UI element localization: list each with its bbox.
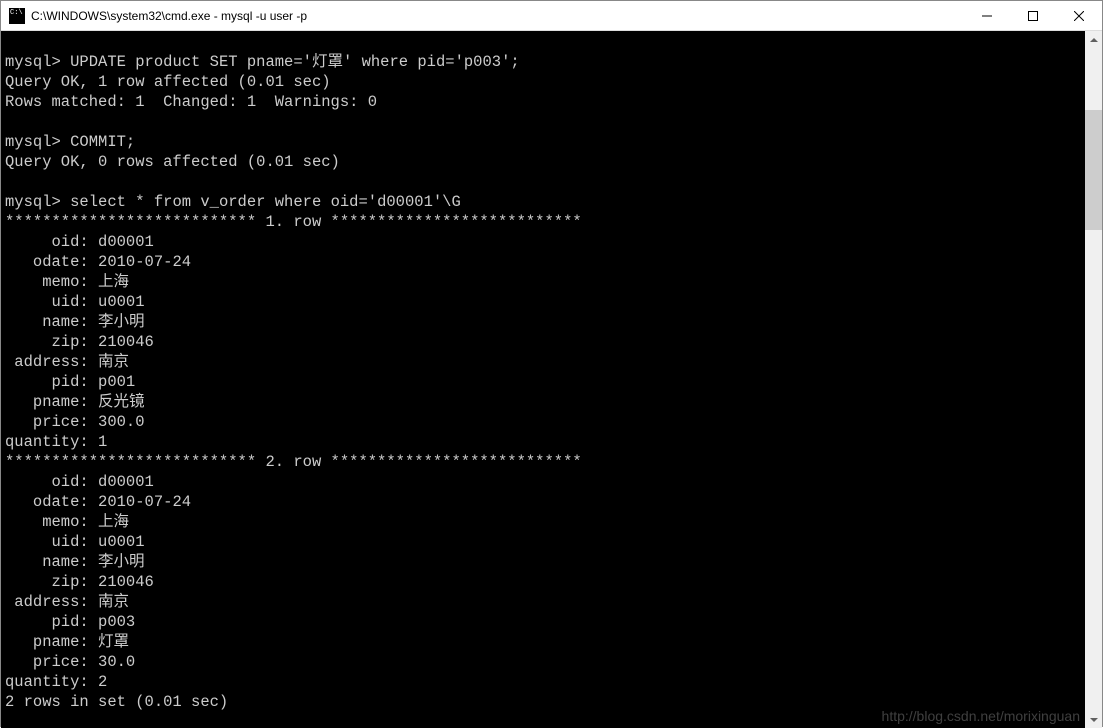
terminal-line: Rows matched: 1 Changed: 1 Warnings: 0: [5, 93, 377, 111]
result-row: price: 300.0: [5, 413, 145, 431]
scrollbar[interactable]: [1085, 31, 1102, 728]
field-value: 南京: [98, 353, 129, 371]
field-value: p001: [98, 373, 135, 391]
cmd-icon: [9, 8, 25, 24]
result-row: odate: 2010-07-24: [5, 253, 191, 271]
sql-command: UPDATE product SET pname='灯罩' where pid=…: [70, 53, 520, 71]
row-separator: *************************** 2. row *****…: [5, 453, 582, 471]
field-label: quantity:: [5, 673, 89, 691]
field-value: 210046: [98, 573, 154, 591]
result-row: zip: 210046: [5, 573, 154, 591]
result-row: name: 李小明: [5, 553, 145, 571]
close-button[interactable]: [1056, 1, 1102, 30]
field-label: zip:: [5, 573, 89, 591]
field-label: uid:: [5, 293, 89, 311]
minimize-button[interactable]: [964, 1, 1010, 30]
window-controls: [964, 1, 1102, 30]
scroll-track[interactable]: [1085, 48, 1102, 711]
window-titlebar: C:\WINDOWS\system32\cmd.exe - mysql -u u…: [1, 1, 1102, 31]
field-label: pname:: [5, 633, 89, 651]
field-label: oid:: [5, 473, 89, 491]
field-label: address:: [5, 353, 89, 371]
row-separator: *************************** 1. row *****…: [5, 213, 582, 231]
result-row: oid: d00001: [5, 233, 154, 251]
result-row: pid: p003: [5, 613, 135, 631]
sql-command: COMMIT;: [70, 133, 135, 151]
field-label: uid:: [5, 533, 89, 551]
prompt: mysql>: [5, 133, 61, 151]
field-value: u0001: [98, 293, 145, 311]
field-label: oid:: [5, 233, 89, 251]
result-row: uid: u0001: [5, 293, 145, 311]
field-value: 210046: [98, 333, 154, 351]
watermark: http://blog.csdn.net/morixinguan: [882, 708, 1080, 724]
scroll-down-arrow[interactable]: [1085, 711, 1102, 728]
field-value: 反光镜: [98, 393, 145, 411]
window-title: C:\WINDOWS\system32\cmd.exe - mysql -u u…: [31, 9, 964, 23]
result-row: price: 30.0: [5, 653, 135, 671]
field-label: address:: [5, 593, 89, 611]
terminal-line: Query OK, 0 rows affected (0.01 sec): [5, 153, 340, 171]
field-value: p003: [98, 613, 135, 631]
field-label: memo:: [5, 513, 89, 531]
result-row: memo: 上海: [5, 513, 129, 531]
field-label: odate:: [5, 493, 89, 511]
field-value: 灯罩: [98, 633, 129, 651]
field-value: 上海: [98, 273, 129, 291]
field-value: 300.0: [98, 413, 145, 431]
terminal-output[interactable]: mysql> UPDATE product SET pname='灯罩' whe…: [1, 31, 1085, 728]
field-label: pname:: [5, 393, 89, 411]
field-label: quantity:: [5, 433, 89, 451]
terminal-line: mysql> COMMIT;: [5, 133, 135, 151]
field-value: d00001: [98, 473, 154, 491]
terminal-container: mysql> UPDATE product SET pname='灯罩' whe…: [1, 31, 1102, 728]
result-row: zip: 210046: [5, 333, 154, 351]
field-label: name:: [5, 553, 89, 571]
field-value: 南京: [98, 593, 129, 611]
result-row: address: 南京: [5, 593, 129, 611]
field-label: name:: [5, 313, 89, 331]
field-value: 2010-07-24: [98, 253, 191, 271]
result-row: memo: 上海: [5, 273, 129, 291]
result-row: quantity: 2: [5, 673, 107, 691]
field-value: 30.0: [98, 653, 135, 671]
result-row: uid: u0001: [5, 533, 145, 551]
terminal-line: Query OK, 1 row affected (0.01 sec): [5, 73, 331, 91]
prompt: mysql>: [5, 193, 61, 211]
prompt: mysql>: [5, 53, 61, 71]
terminal-line: 2 rows in set (0.01 sec): [5, 693, 228, 711]
result-row: odate: 2010-07-24: [5, 493, 191, 511]
field-value: 2010-07-24: [98, 493, 191, 511]
result-row: oid: d00001: [5, 473, 154, 491]
field-value: 李小明: [98, 553, 145, 571]
terminal-line: mysql> UPDATE product SET pname='灯罩' whe…: [5, 53, 520, 71]
result-row: address: 南京: [5, 353, 129, 371]
field-label: odate:: [5, 253, 89, 271]
field-value: 1: [98, 433, 107, 451]
result-row: name: 李小明: [5, 313, 145, 331]
field-label: price:: [5, 653, 89, 671]
field-label: pid:: [5, 373, 89, 391]
field-label: price:: [5, 413, 89, 431]
result-row: pname: 灯罩: [5, 633, 129, 651]
result-row: pname: 反光镜: [5, 393, 145, 411]
field-value: u0001: [98, 533, 145, 551]
field-value: d00001: [98, 233, 154, 251]
maximize-button[interactable]: [1010, 1, 1056, 30]
field-label: memo:: [5, 273, 89, 291]
sql-command: select * from v_order where oid='d00001'…: [70, 193, 461, 211]
field-label: zip:: [5, 333, 89, 351]
field-value: 上海: [98, 513, 129, 531]
field-value: 2: [98, 673, 107, 691]
field-value: 李小明: [98, 313, 145, 331]
field-label: pid:: [5, 613, 89, 631]
terminal-line: mysql> select * from v_order where oid='…: [5, 193, 461, 211]
result-row: pid: p001: [5, 373, 135, 391]
scroll-up-arrow[interactable]: [1085, 31, 1102, 48]
result-row: quantity: 1: [5, 433, 107, 451]
scroll-thumb[interactable]: [1085, 110, 1102, 230]
